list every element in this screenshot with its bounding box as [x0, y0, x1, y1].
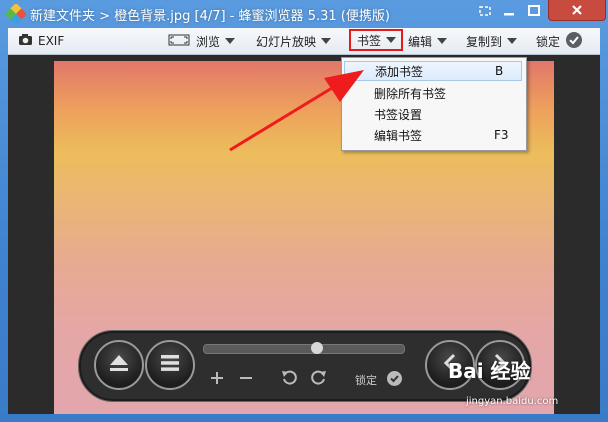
check-circle-icon	[560, 31, 583, 51]
menu-item-bookmark-settings[interactable]: 书签设置	[344, 104, 522, 124]
menu-lines-icon	[160, 354, 180, 376]
zoom-out-icon[interactable]	[239, 369, 253, 390]
menu-item-delete-all-bookmarks[interactable]: 删除所有书签	[344, 83, 522, 103]
toolbar: EXIF 浏览 幻灯片放映 书签 编辑 复制到 锁定	[8, 28, 600, 55]
copy-to-label: 复制到	[466, 34, 503, 49]
slideshow-label: 幻灯片放映	[256, 34, 317, 49]
eject-button[interactable]	[94, 340, 144, 390]
rotate-right-icon[interactable]	[311, 369, 327, 390]
lock-label: 锁定	[536, 34, 561, 49]
bookmark-menu-button[interactable]: 书签	[349, 29, 404, 51]
watermark-logo: Bai 经验	[448, 359, 531, 383]
copy-to-menu-button[interactable]: 复制到	[466, 28, 518, 54]
edit-label: 编辑	[408, 34, 433, 49]
exif-label: EXIF	[38, 34, 65, 48]
app-window: 新建文件夹 > 橙色背景.jpg [4/7] - 蜂蜜浏览器 5.31 (便携版…	[0, 0, 608, 422]
rotate-left-icon[interactable]	[281, 369, 297, 390]
maximize-button[interactable]	[522, 0, 546, 22]
minimize-button[interactable]	[497, 0, 521, 22]
chevron-down-icon	[437, 38, 448, 44]
slider-handle[interactable]	[311, 342, 324, 354]
menu-item-edit-bookmarks[interactable]: 编辑书签 F3	[344, 125, 522, 145]
annotation-arrow	[229, 70, 364, 152]
check-circle-icon[interactable]	[387, 371, 402, 386]
fullscreen-icon[interactable]	[474, 0, 496, 22]
chevron-down-icon	[386, 37, 397, 43]
window-title: 新建文件夹 > 橙色背景.jpg [4/7] - 蜂蜜浏览器 5.31 (便携版…	[30, 9, 390, 24]
zoom-in-icon[interactable]	[210, 369, 224, 390]
lock-label: 锁定	[355, 374, 377, 387]
menu-item-label: 删除所有书签	[374, 86, 447, 101]
menu-item-label: 添加书签	[375, 64, 424, 79]
slideshow-menu-button[interactable]: 幻灯片放映	[256, 28, 332, 54]
menu-item-label: 书签设置	[374, 107, 423, 122]
chevron-down-icon	[507, 38, 518, 44]
chevron-down-icon	[225, 38, 236, 44]
menu-item-label: 编辑书签	[374, 128, 423, 143]
lock-button[interactable]: 锁定	[536, 28, 583, 54]
bookmark-label: 书签	[357, 33, 382, 48]
watermark-url: jingyan.baidu.com	[466, 396, 559, 407]
menu-item-shortcut: F3	[494, 128, 509, 142]
eject-icon	[108, 353, 130, 377]
exif-button[interactable]: EXIF	[18, 28, 64, 54]
menu-item-shortcut: B	[495, 64, 504, 78]
edit-menu-button[interactable]: 编辑	[408, 28, 448, 54]
close-button[interactable]	[548, 0, 606, 21]
title-bar: 新建文件夹 > 橙色背景.jpg [4/7] - 蜂蜜浏览器 5.31 (便携版…	[0, 0, 608, 27]
chevron-down-icon	[321, 38, 332, 44]
menu-item-add-bookmark[interactable]: 添加书签 B	[344, 61, 522, 81]
zoom-slider[interactable]	[203, 342, 405, 354]
camera-icon	[18, 33, 38, 49]
app-logo-icon	[4, 2, 28, 26]
browse-label: 浏览	[196, 34, 221, 49]
browse-menu-button[interactable]: 浏览	[168, 28, 236, 54]
fit-window-icon	[168, 34, 196, 49]
menu-button[interactable]	[145, 340, 195, 390]
